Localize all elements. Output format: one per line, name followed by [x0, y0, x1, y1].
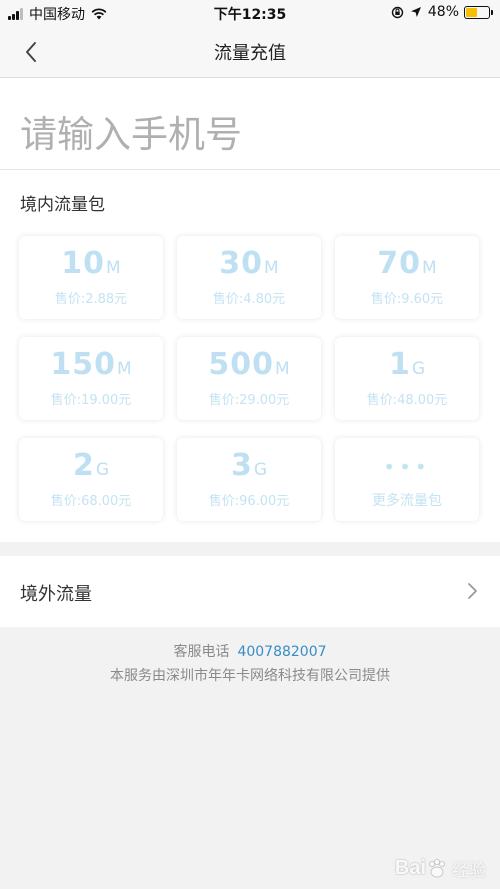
package-price: 售价:29.00元 — [208, 393, 290, 408]
package-price: 售价:48.00元 — [366, 393, 448, 408]
battery-icon — [464, 5, 493, 19]
package-price: 售价:9.60元 — [370, 292, 444, 307]
more-dots-icon: ••• — [383, 455, 431, 479]
package-amount: 70M — [377, 246, 437, 281]
package-price: 售价:2.88元 — [54, 292, 128, 307]
hotline-number-link[interactable]: 4007882007 — [237, 644, 326, 660]
status-bar: 中国移动 下午12:35 48% — [0, 0, 500, 26]
more-packages-button[interactable]: ••• 更多流量包 — [335, 438, 479, 521]
overseas-traffic-label: 境外流量 — [20, 584, 92, 605]
footer: 客服电话 4007882007 本服务由深圳市年年卡网络科技有限公司提供 — [0, 640, 500, 688]
package-card-70m[interactable]: 70M 售价:9.60元 — [335, 236, 479, 319]
rotation-lock-icon — [391, 6, 404, 18]
package-card-10m[interactable]: 10M 售价:2.88元 — [19, 236, 163, 319]
package-amount: 10M — [61, 246, 121, 281]
baidu-watermark-logo: Bai 经验 — [395, 856, 486, 881]
package-amount: 2G — [72, 448, 110, 483]
more-packages-label: 更多流量包 — [372, 493, 442, 509]
watermark-suffix: 经验 — [452, 861, 486, 881]
package-price: 售价:4.80元 — [212, 292, 286, 307]
battery-level — [466, 7, 477, 17]
package-amount: 3G — [230, 448, 268, 483]
phone-section — [0, 78, 500, 170]
package-card-500m[interactable]: 500M 售价:29.00元 — [177, 337, 321, 420]
package-amount: 1G — [388, 347, 426, 382]
hotline-line: 客服电话 4007882007 — [0, 640, 500, 664]
package-amount: 30M — [219, 246, 279, 281]
status-right: 48% — [391, 4, 493, 20]
overseas-traffic-row[interactable]: 境外流量 — [0, 556, 500, 627]
package-amount: 150M — [50, 347, 132, 382]
hotline-label: 客服电话 — [173, 644, 230, 660]
package-price: 售价:19.00元 — [50, 393, 132, 408]
section-title: 境内流量包 — [20, 195, 105, 215]
paw-icon — [429, 858, 445, 877]
nav-bar: 流量充值 — [0, 26, 500, 78]
package-card-3g[interactable]: 3G 售价:96.00元 — [177, 438, 321, 521]
watermark-brand: Bai — [394, 857, 426, 879]
battery-percent: 48% — [427, 4, 459, 20]
package-card-150m[interactable]: 150M 售价:19.00元 — [19, 337, 163, 420]
chevron-right-icon — [468, 583, 477, 599]
package-amount: 500M — [208, 347, 290, 382]
package-price: 售价:96.00元 — [208, 494, 290, 509]
phone-number-input[interactable] — [20, 108, 480, 160]
package-card-1g[interactable]: 1G 售价:48.00元 — [335, 337, 479, 420]
page-title: 流量充值 — [214, 43, 286, 64]
domestic-package-section: 境内流量包 10M 售价:2.88元 30M 售价:4.80元 70M 售价:9… — [0, 170, 500, 542]
package-price: 售价:68.00元 — [50, 494, 132, 509]
package-card-2g[interactable]: 2G 售价:68.00元 — [19, 438, 163, 521]
package-card-30m[interactable]: 30M 售价:4.80元 — [177, 236, 321, 319]
location-arrow-icon — [410, 7, 421, 17]
package-grid: 10M 售价:2.88元 30M 售价:4.80元 70M 售价:9.60元 1… — [19, 236, 481, 521]
provider-text: 本服务由深圳市年年卡网络科技有限公司提供 — [110, 668, 390, 684]
